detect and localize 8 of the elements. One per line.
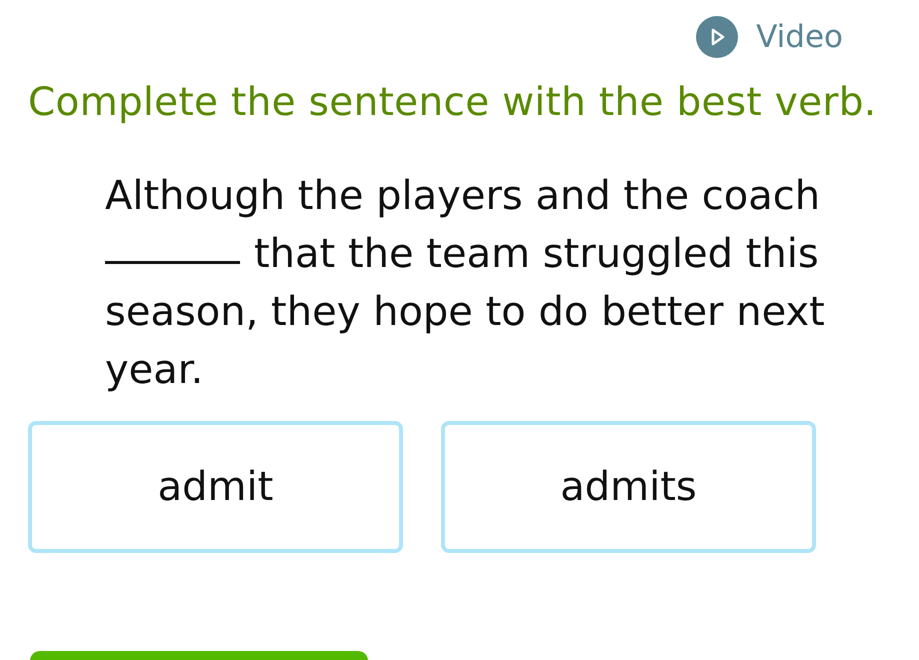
video-button[interactable]: Video bbox=[696, 16, 843, 58]
sentence-text: season, they hope to do better next year. bbox=[105, 288, 826, 395]
play-icon bbox=[696, 16, 738, 58]
answer-choice[interactable]: admits bbox=[441, 421, 816, 553]
instruction-heading: Complete the sentence with the best verb. bbox=[28, 80, 878, 125]
sentence-text: Although the players and the coach bbox=[105, 172, 820, 221]
answer-choice[interactable]: admit bbox=[28, 421, 403, 553]
sentence-text: that the team struggled this bbox=[254, 230, 819, 279]
